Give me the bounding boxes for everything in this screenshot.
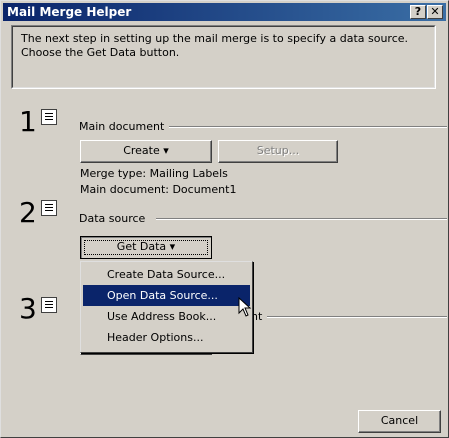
data-source-divider: [156, 218, 447, 220]
menu-item-open-data-source[interactable]: Open Data Source...: [83, 285, 250, 306]
data-source-label: Data source: [79, 212, 146, 225]
menu-item-use-address-book[interactable]: Use Address Book...: [83, 306, 250, 327]
window-title: Mail Merge Helper: [7, 5, 132, 19]
step-1-number: 1: [19, 105, 37, 138]
create-button[interactable]: Create ▾: [80, 140, 212, 163]
menu-item-create-data-source[interactable]: Create Data Source...: [83, 264, 250, 285]
focus-rectangle: [84, 240, 208, 255]
mouse-pointer-icon: [238, 297, 252, 317]
data-source-icon: [41, 200, 57, 216]
help-button[interactable]: ?: [410, 5, 426, 19]
step-3-divider: [267, 316, 447, 318]
merge-type-text: Merge type: Mailing Labels: [80, 167, 228, 180]
close-button[interactable]: ✕: [427, 5, 443, 19]
step-3-number: 3: [19, 292, 37, 325]
instruction-text: The next step in setting up the mail mer…: [21, 32, 409, 59]
get-data-button[interactable]: Get Data ▾: [80, 236, 212, 259]
main-document-name-text: Main document: Document1: [80, 183, 237, 196]
get-data-menu: Create Data Source... Open Data Source..…: [80, 261, 253, 353]
setup-button[interactable]: Setup...: [218, 140, 338, 163]
cancel-button[interactable]: Cancel: [358, 410, 441, 433]
menu-item-header-options[interactable]: Header Options...: [83, 327, 250, 348]
main-document-icon: [41, 109, 57, 125]
title-bar[interactable]: Mail Merge Helper ? ✕: [3, 3, 446, 21]
main-document-label: Main document: [79, 120, 165, 133]
mail-merge-helper-dialog: Mail Merge Helper ? ✕ The next step in s…: [0, 0, 449, 438]
merge-icon: [41, 297, 57, 313]
step-2-number: 2: [19, 196, 37, 229]
main-document-divider: [169, 126, 447, 128]
